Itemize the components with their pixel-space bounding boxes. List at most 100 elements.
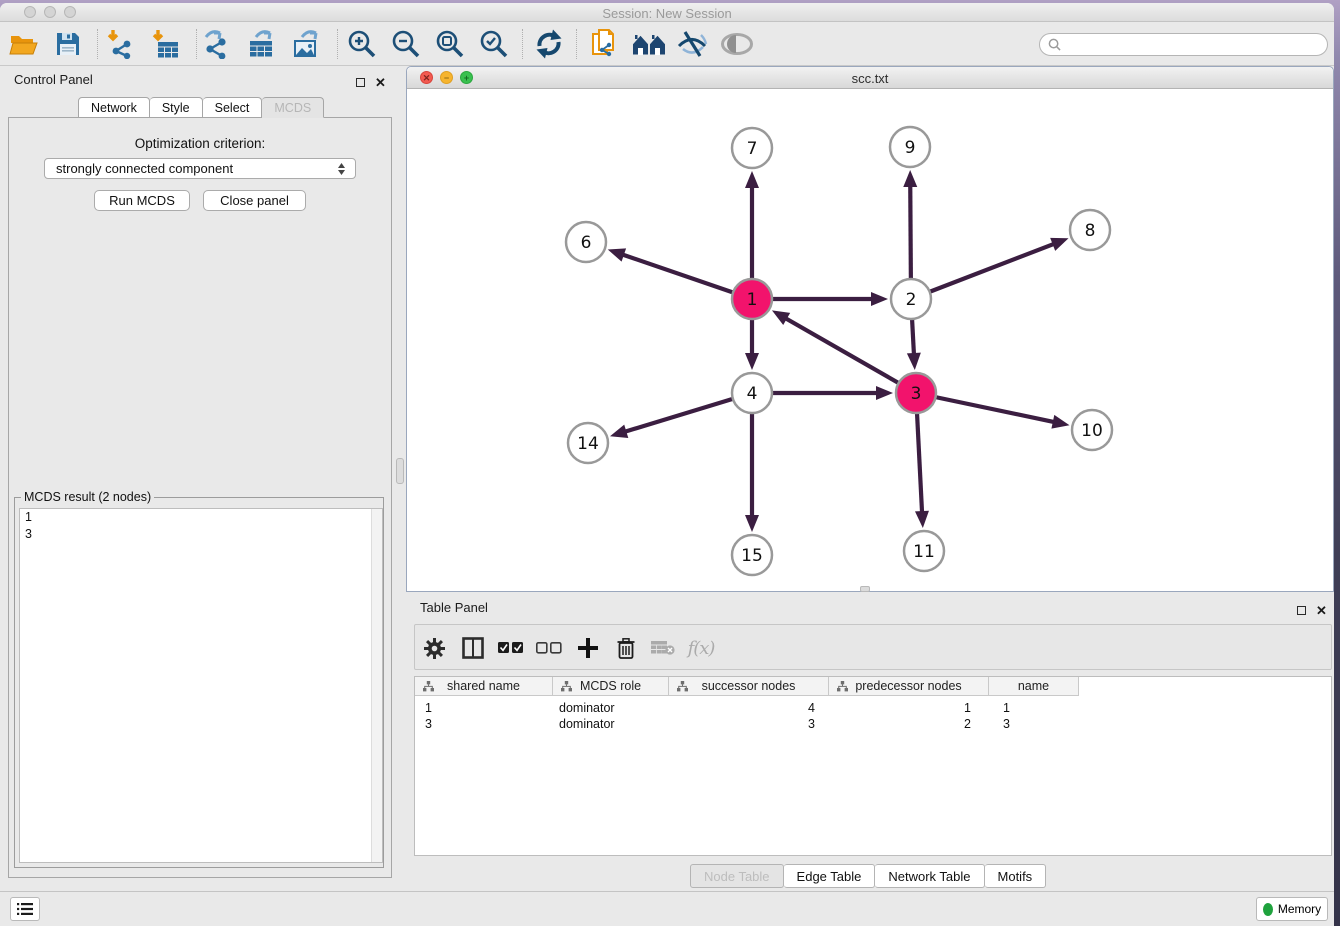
- column-header-shared-name[interactable]: shared name: [415, 677, 553, 696]
- tab-motifs[interactable]: Motifs: [985, 864, 1047, 888]
- zoom-in-button[interactable]: [344, 26, 380, 62]
- network-graph[interactable]: 7968124314101511: [408, 90, 1334, 592]
- tab-network-table[interactable]: Network Table: [875, 864, 984, 888]
- shared-column-icon: [837, 681, 848, 692]
- arrowhead: [1050, 238, 1068, 251]
- result-scrollbar[interactable]: [371, 509, 382, 862]
- import-table-button[interactable]: [147, 26, 183, 62]
- eye-icon: [720, 32, 754, 56]
- duplicate-network-button[interactable]: [587, 26, 623, 62]
- table-panel-float-button[interactable]: [1297, 602, 1306, 620]
- create-column-button[interactable]: [573, 625, 603, 671]
- arrowhead: [608, 248, 626, 261]
- column-header-successor-nodes[interactable]: successor nodes: [669, 677, 829, 696]
- arrowhead: [907, 353, 921, 370]
- tab-edge-table[interactable]: Edge Table: [784, 864, 876, 888]
- gear-icon: [424, 638, 445, 659]
- horizontal-splitter-handle[interactable]: [860, 586, 870, 592]
- table-row[interactable]: 3dominator323: [415, 716, 1079, 732]
- network-window-title: scc.txt: [407, 71, 1333, 86]
- table-panel-close-button[interactable]: ✕: [1316, 605, 1327, 617]
- open-file-button[interactable]: [6, 26, 42, 62]
- first-neighbors-button[interactable]: [631, 26, 667, 62]
- network-view-window: ✕ − + scc.txt 7968124314101511: [406, 66, 1334, 592]
- tab-style[interactable]: Style: [150, 97, 203, 118]
- control-panel-float-button[interactable]: [356, 74, 365, 92]
- node-label-14: 14: [577, 434, 599, 454]
- arrowhead: [903, 170, 917, 187]
- vertical-splitter-handle[interactable]: [396, 458, 404, 484]
- table-settings-button[interactable]: [419, 625, 449, 671]
- list-icon: [17, 902, 33, 916]
- edge-3-10[interactable]: [916, 393, 1055, 422]
- node-label-8: 8: [1085, 221, 1096, 241]
- cell-successor-nodes: 3: [669, 716, 829, 732]
- refresh-button[interactable]: [531, 26, 567, 62]
- export-image-button[interactable]: [288, 26, 324, 62]
- graphics-details-icon: [676, 30, 708, 58]
- delete-column-button[interactable]: [611, 625, 641, 671]
- shared-column-icon: [677, 681, 688, 692]
- table-tabs: Node TableEdge TableNetwork TableMotifs: [690, 864, 1046, 888]
- import-table-icon: [150, 29, 180, 59]
- column-header-predecessor-nodes[interactable]: predecessor nodes: [829, 677, 989, 696]
- tab-mcds[interactable]: MCDS: [262, 97, 324, 118]
- search-icon: [1048, 38, 1061, 51]
- show-hide-graphics-button[interactable]: [674, 26, 710, 62]
- eye-button[interactable]: [719, 26, 755, 62]
- column-header-mcds-role[interactable]: MCDS role: [553, 677, 669, 696]
- tab-network[interactable]: Network: [78, 97, 150, 118]
- function-builder-button[interactable]: f(x): [683, 625, 719, 671]
- zoom-out-button[interactable]: [388, 26, 424, 62]
- arrowhead: [1051, 415, 1069, 429]
- mcds-result-group: MCDS result (2 nodes) 13: [14, 497, 384, 868]
- optimization-dropdown[interactable]: strongly connected component: [44, 158, 356, 179]
- close-panel-button[interactable]: Close panel: [203, 190, 306, 211]
- edge-2-8[interactable]: [911, 244, 1055, 299]
- zoom-fit-icon: [435, 29, 465, 59]
- network-window-titlebar[interactable]: ✕ − + scc.txt: [407, 67, 1333, 89]
- control-panel-close-button[interactable]: ✕: [375, 77, 386, 89]
- unchecked-boxes-icon: [536, 642, 562, 654]
- dropdown-stepper-icon: [338, 163, 345, 175]
- cell-predecessor-nodes: 2: [829, 716, 989, 732]
- show-columns-button[interactable]: [458, 625, 488, 671]
- task-history-button[interactable]: [10, 897, 40, 921]
- cell-name: 1: [989, 700, 1079, 716]
- node-label-11: 11: [913, 542, 935, 562]
- table-header: shared nameMCDS rolesuccessor nodesprede…: [415, 677, 1079, 696]
- node-label-1: 1: [747, 290, 758, 310]
- export-image-icon: [290, 29, 322, 59]
- table-toolbar: f(x): [414, 624, 1332, 670]
- column-header-name[interactable]: name: [989, 677, 1079, 696]
- arrowhead: [745, 353, 759, 370]
- export-network-button[interactable]: [200, 26, 236, 62]
- export-table-button[interactable]: [244, 26, 280, 62]
- node-label-3: 3: [911, 384, 922, 404]
- memory-button[interactable]: Memory: [1256, 897, 1328, 921]
- zoom-fit-button[interactable]: [432, 26, 468, 62]
- tab-node-table[interactable]: Node Table: [690, 864, 784, 888]
- select-all-button[interactable]: [495, 625, 527, 671]
- import-network-button[interactable]: [102, 26, 138, 62]
- mcds-result-list[interactable]: 13: [19, 508, 383, 863]
- run-mcds-button[interactable]: Run MCDS: [94, 190, 190, 211]
- node-label-9: 9: [905, 138, 916, 158]
- save-session-button[interactable]: [50, 26, 86, 62]
- node-label-10: 10: [1081, 421, 1103, 441]
- table-row[interactable]: 1dominator411: [415, 700, 1079, 716]
- checked-boxes-icon: [498, 642, 524, 654]
- columns-icon: [462, 637, 484, 659]
- zoom-in-icon: [347, 29, 377, 59]
- arrowhead: [745, 515, 759, 532]
- zoom-selected-button[interactable]: [476, 26, 512, 62]
- tab-select[interactable]: Select: [203, 97, 263, 118]
- node-label-15: 15: [741, 546, 763, 566]
- search-box[interactable]: [1039, 33, 1328, 56]
- edge-3-1[interactable]: [785, 318, 916, 393]
- arrowhead: [610, 425, 628, 438]
- search-input[interactable]: [1065, 38, 1327, 52]
- deselect-all-button[interactable]: [533, 625, 565, 671]
- delete-table-button[interactable]: [647, 625, 679, 671]
- app-title: Session: New Session: [0, 6, 1334, 21]
